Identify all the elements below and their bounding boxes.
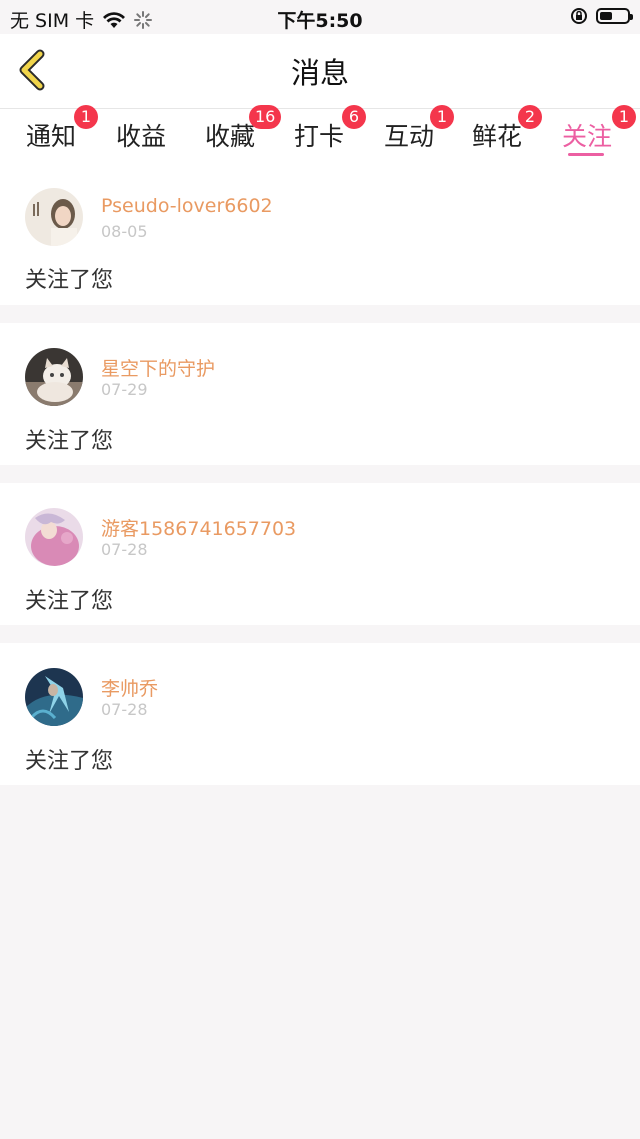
message-text: 关注了您 — [25, 268, 114, 293]
status-right — [570, 7, 633, 25]
message-text: 关注了您 — [25, 589, 114, 614]
tab-favorites[interactable]: 收藏 16 — [205, 105, 282, 161]
tab-income[interactable]: 收益 — [116, 113, 166, 161]
tab-badge: 16 — [249, 105, 282, 129]
tab-label: 收益 — [116, 122, 167, 151]
tab-label: 打卡 — [294, 122, 345, 151]
user-name[interactable]: Pseudo-lover6602 — [101, 195, 273, 217]
message-card[interactable]: 星空下的守护 07-29 关注了您 — [0, 323, 640, 465]
tab-badge: 1 — [74, 105, 98, 129]
tab-notify[interactable]: 通知 1 — [26, 105, 98, 161]
tab-interaction[interactable]: 互动 1 — [384, 105, 454, 161]
tab-badge: 2 — [518, 105, 542, 129]
active-tab-indicator — [568, 153, 604, 156]
message-text: 关注了您 — [25, 429, 114, 454]
tab-label: 收藏 — [205, 122, 256, 151]
message-card[interactable]: 游客1586741657703 07-28 关注了您 — [0, 483, 640, 625]
tab-follow[interactable]: 关注 1 — [562, 105, 636, 161]
tab-label: 鲜花 — [472, 122, 523, 151]
avatar-game — [25, 668, 83, 726]
user-avatar[interactable] — [25, 188, 83, 246]
avatar-cat — [25, 348, 83, 406]
tab-badge: 1 — [612, 105, 636, 129]
status-bar: 无 SIM 卡 下午5:50 — [0, 0, 640, 34]
message-date: 07-28 — [101, 700, 148, 719]
status-time: 下午5:50 — [277, 10, 363, 32]
tab-badge: 6 — [342, 105, 366, 129]
message-date: 07-28 — [101, 540, 148, 559]
tab-label: 通知 — [26, 122, 77, 151]
battery-icon — [596, 8, 633, 24]
tab-bar: 通知 1 收益 收藏 16 打卡 6 互动 1 鲜花 2 关注 1 — [0, 105, 640, 166]
tab-label: 关注 — [562, 122, 613, 151]
page-title: 消息 — [290, 56, 349, 90]
user-name[interactable]: 游客1586741657703 — [101, 514, 296, 541]
message-card[interactable]: 李帅乔 07-28 关注了您 — [0, 643, 640, 785]
message-text: 关注了您 — [25, 749, 114, 774]
user-avatar[interactable] — [25, 668, 83, 726]
tab-checkin[interactable]: 打卡 6 — [294, 105, 366, 161]
message-date: 08-05 — [101, 222, 148, 241]
message-date: 07-29 — [101, 380, 148, 399]
nav-bar: 消息 — [0, 34, 640, 109]
user-name[interactable]: 星空下的守护 — [101, 354, 215, 381]
user-avatar[interactable] — [25, 508, 83, 566]
tab-label: 互动 — [384, 122, 435, 151]
user-name[interactable]: 李帅乔 — [101, 674, 158, 701]
tab-badge: 1 — [430, 105, 454, 129]
battery-fill — [600, 12, 612, 20]
tab-flowers[interactable]: 鲜花 2 — [472, 105, 542, 161]
message-card[interactable]: Pseudo-lover6602 08-05 关注了您 — [0, 166, 640, 305]
avatar-girl — [25, 188, 83, 246]
user-avatar[interactable] — [25, 348, 83, 406]
avatar-anime — [25, 508, 83, 566]
orientation-lock-icon — [571, 8, 587, 24]
